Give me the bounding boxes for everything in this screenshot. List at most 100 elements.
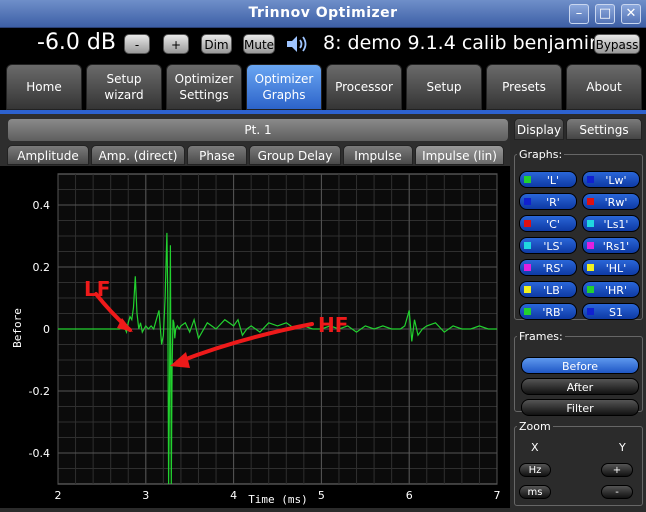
preset-name: 8: demo 9.1.4 calib benjamin [323, 32, 602, 54]
mute-button[interactable]: Mute [243, 34, 275, 54]
graph-toggle-label: S1 [609, 306, 623, 319]
channel-color-swatch [587, 286, 594, 293]
subtab-phase[interactable]: Phase [187, 145, 247, 165]
tab-settings[interactable]: Settings [566, 118, 642, 140]
graph-toggle-label: 'Rw' [604, 196, 628, 209]
channel-color-swatch [587, 308, 594, 315]
graph-toggle-button[interactable]: 'C' [519, 215, 577, 232]
x-tick-label: 6 [406, 489, 413, 502]
graph-toggle-button[interactable]: 'LS' [519, 237, 577, 254]
volume-up-button[interactable]: + [163, 34, 189, 54]
volume-down-button[interactable]: - [124, 34, 150, 54]
graph-toggle-label: 'LB' [543, 284, 563, 297]
tab-setup-wizard[interactable]: Setup wizard [86, 64, 162, 110]
channel-color-swatch [524, 264, 531, 271]
graph-toggle-label: 'Rs1' [602, 240, 630, 253]
close-icon: ✕ [625, 6, 637, 21]
graph-toggle-label: 'Lw' [605, 174, 627, 187]
volume-bar: -6.0 dB - + Dim Mute 8: demo 9.1.4 calib… [0, 28, 646, 60]
graph-toggle-button[interactable]: 'RB' [519, 303, 577, 320]
x-tick-label: 7 [494, 489, 501, 502]
tab-optimizer-settings[interactable]: Optimizer Settings [166, 64, 242, 110]
zoom-x-ms-button[interactable]: ms [519, 485, 551, 499]
tab-presets[interactable]: Presets [486, 64, 562, 110]
maximize-button[interactable]: □ [595, 4, 615, 24]
graph-toggle-button[interactable]: 'L' [519, 171, 577, 188]
graph-toggle-button[interactable]: S1 [582, 303, 640, 320]
graph-toggle-label: 'C' [546, 218, 560, 231]
graph-toggle-button[interactable]: 'Ls1' [582, 215, 640, 232]
zoom-x-label: X [531, 441, 539, 454]
y-tick-label: -0.4 [29, 447, 50, 460]
graph-toggle-label: 'HL' [605, 262, 627, 275]
graph-toggle-button[interactable]: 'RS' [519, 259, 577, 276]
zoom-y-out-button[interactable]: - [601, 485, 633, 499]
zoom-label: Zoom [519, 420, 551, 433]
frame-after-button[interactable]: After [521, 378, 639, 395]
lf-annotation: LF [84, 277, 110, 301]
subtab-amp-direct[interactable]: Amp. (direct) [91, 145, 185, 165]
channel-color-swatch [587, 198, 594, 205]
window-title: Trinnov Optimizer [248, 5, 398, 21]
graph-toggle-label: 'LS' [543, 240, 563, 253]
frame-filter-button[interactable]: Filter [521, 399, 639, 416]
tab-about[interactable]: About [566, 64, 642, 110]
chart-svg[interactable]: 2 3 4 5 6 7 0.4 0.2 0 -0.2 -0.4 Time (ms) Before LF HF [0, 166, 510, 508]
impulse-plot[interactable]: 2 3 4 5 6 7 0.4 0.2 0 -0.2 -0.4 Time (ms) Before LF HF [0, 166, 510, 508]
maximize-icon: □ [598, 6, 612, 21]
tab-home[interactable]: Home [6, 64, 82, 110]
point-selector[interactable]: Pt. 1 [8, 119, 508, 141]
y-axis-label: Before [11, 308, 24, 348]
graph-toggle-button[interactable]: 'Lw' [582, 171, 640, 188]
graph-toggle-button[interactable]: 'HR' [582, 281, 640, 298]
channel-color-swatch [524, 242, 531, 249]
channel-color-swatch [587, 220, 594, 227]
zoom-x-hz-button[interactable]: Hz [519, 463, 551, 477]
channel-color-swatch [524, 198, 531, 205]
x-tick-label: 2 [55, 489, 62, 502]
hf-annotation: HF [318, 313, 348, 337]
channel-color-swatch [587, 264, 594, 271]
graph-toggle-button[interactable]: 'HL' [582, 259, 640, 276]
frames-label: Frames: [519, 330, 563, 343]
channel-color-swatch [587, 176, 594, 183]
graph-toggle-button[interactable]: 'LB' [519, 281, 577, 298]
graphs-label: Graphs: [519, 148, 563, 161]
title-bar: Trinnov Optimizer – □ ✕ [0, 0, 646, 28]
x-tick-label: 4 [230, 489, 237, 502]
minimize-icon: – [575, 6, 583, 21]
subtab-amplitude[interactable]: Amplitude [7, 145, 89, 165]
subtab-group-delay[interactable]: Group Delay [249, 145, 341, 165]
tab-optimizer-graphs[interactable]: Optimizer Graphs [246, 64, 322, 110]
y-tick-label: 0.4 [33, 199, 51, 212]
tab-setup[interactable]: Setup [406, 64, 482, 110]
side-panel: Display Settings Graphs: 'L' 'Lw' 'R' 'Rw' '… [510, 114, 646, 508]
close-button[interactable]: ✕ [621, 4, 641, 24]
graph-toggle-label: 'Ls1' [603, 218, 629, 231]
channel-color-swatch [524, 220, 531, 227]
channel-color-swatch [524, 286, 531, 293]
main-navigation: Home Setup wizard Optimizer Settings Opt… [0, 60, 646, 113]
minimize-button[interactable]: – [569, 4, 589, 24]
graph-toggle-label: 'RS' [542, 262, 564, 275]
frames-group: Frames: Before After Filter [514, 330, 643, 416]
graph-toggle-button[interactable]: 'Rw' [582, 193, 640, 210]
graph-toggle-button[interactable]: 'Rs1' [582, 237, 640, 254]
zoom-y-in-button[interactable]: + [601, 463, 633, 477]
y-tick-label: 0.2 [33, 261, 51, 274]
frame-before-button[interactable]: Before [521, 357, 639, 374]
zoom-group: Zoom X Y Hz ms + - [514, 420, 643, 506]
graph-toggle-label: 'R' [546, 196, 560, 209]
channel-color-swatch [524, 176, 531, 183]
speaker-icon[interactable] [285, 33, 309, 59]
graph-toggle-button[interactable]: 'R' [519, 193, 577, 210]
zoom-y-label: Y [619, 441, 626, 454]
subtab-impulse-lin[interactable]: Impulse (lin) [415, 145, 504, 165]
bypass-button[interactable]: Bypass [594, 34, 640, 54]
subtab-impulse[interactable]: Impulse [343, 145, 413, 165]
tab-display[interactable]: Display [514, 118, 564, 140]
tab-processor[interactable]: Processor [326, 64, 402, 110]
x-axis-label: Time (ms) [248, 493, 308, 506]
dim-button[interactable]: Dim [201, 34, 232, 54]
y-tick-label: 0 [43, 323, 50, 336]
